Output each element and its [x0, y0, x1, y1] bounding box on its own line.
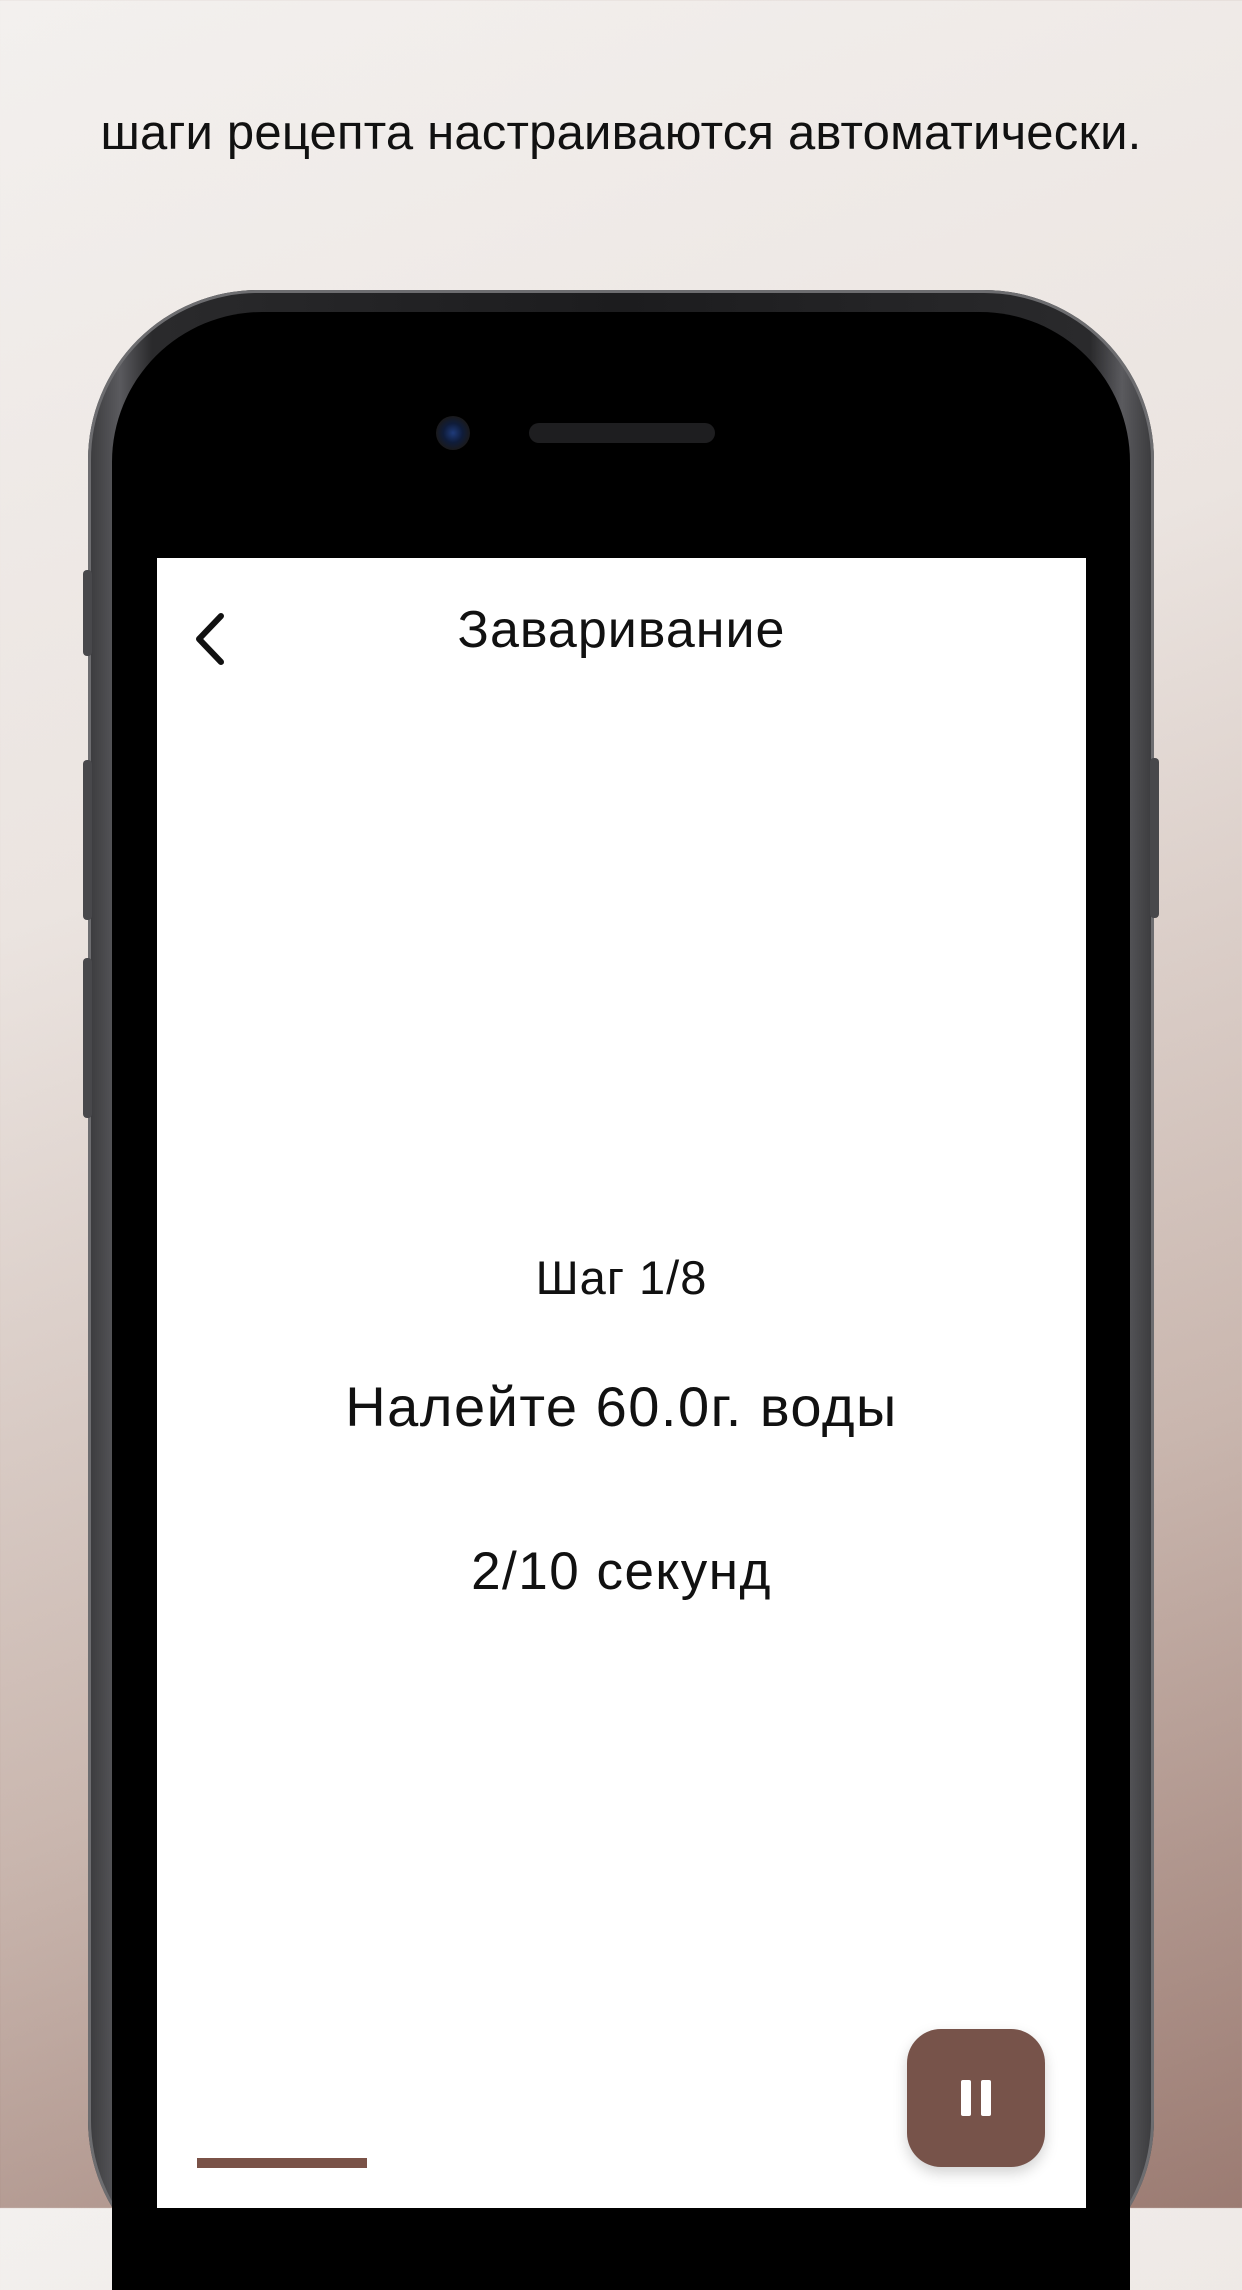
step-counter: Шаг 1/8 [535, 1251, 708, 1304]
power-button [1150, 758, 1159, 918]
volume-up-button [83, 760, 92, 920]
progress-fill [197, 2158, 367, 2168]
mute-switch [83, 570, 92, 656]
earpiece-speaker [529, 423, 715, 443]
front-camera [436, 416, 470, 450]
pause-bar [981, 2080, 991, 2116]
pause-bar [961, 2080, 971, 2116]
pause-icon [961, 2080, 991, 2116]
pause-button[interactable] [907, 2029, 1045, 2167]
caption-text: шаги рецепта настраиваются автоматически… [100, 106, 1142, 160]
step-instruction: Налейте 60.0г. воды [345, 1375, 898, 1438]
step-timer: 2/10 секунд [471, 1542, 772, 1601]
app-screen: Заваривание Шаг 1/8 Налейте 60.0г. воды … [157, 558, 1086, 2208]
progress-bar [197, 2158, 367, 2168]
volume-down-button [83, 958, 92, 1118]
page-title: Заваривание [457, 601, 786, 659]
